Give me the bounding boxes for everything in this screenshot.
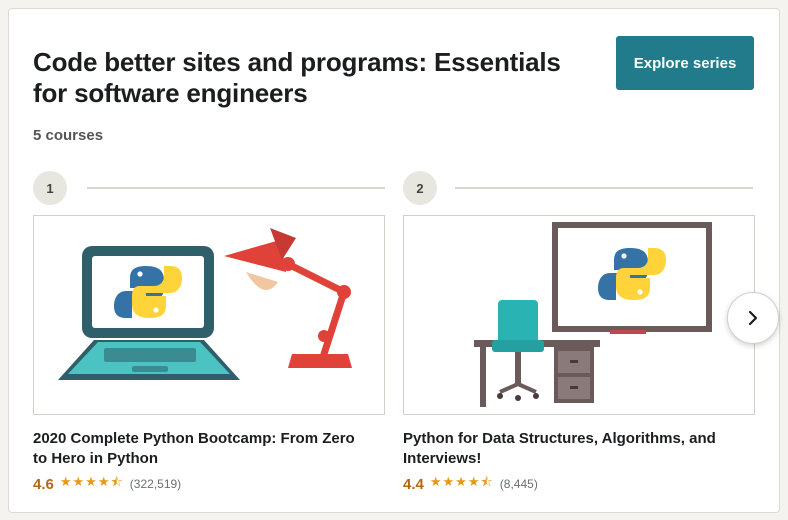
chevron-right-icon xyxy=(748,310,758,326)
course-rating-1: 4.6 ★★★★⯪ (322,519) xyxy=(33,473,181,495)
step-badge-2: 2 xyxy=(403,171,437,205)
explore-series-button[interactable]: Explore series xyxy=(616,36,754,90)
rating-value: 4.6 xyxy=(33,475,54,493)
step-divider xyxy=(455,187,753,189)
step-divider xyxy=(87,187,385,189)
carousel-next-button[interactable] xyxy=(727,292,779,344)
course-thumbnail-2[interactable] xyxy=(403,215,755,415)
course-title-2[interactable]: Python for Data Structures, Algorithms, … xyxy=(403,429,733,469)
classroom-desk-illustration xyxy=(474,222,712,407)
rating-value: 4.4 xyxy=(403,475,424,493)
series-title: Code better sites and programs: Essentia… xyxy=(33,47,561,108)
laptop-lamp-illustration xyxy=(58,228,352,380)
course-count: 5 courses xyxy=(33,127,104,144)
course-title-1[interactable]: 2020 Complete Python Bootcamp: From Zero… xyxy=(33,429,363,469)
step-badge-1: 1 xyxy=(33,171,67,205)
star-rating-icon: ★★★★⯪ xyxy=(59,474,124,489)
star-rating-icon: ★★★★⯪ xyxy=(429,474,494,489)
course-rating-2: 4.4 ★★★★⯪ (8,445) xyxy=(403,473,538,495)
review-count: (322,519) xyxy=(129,477,182,491)
course-thumbnail-1[interactable] xyxy=(33,215,385,415)
review-count: (8,445) xyxy=(499,477,538,491)
series-card: Code better sites and programs: Essentia… xyxy=(8,8,780,513)
